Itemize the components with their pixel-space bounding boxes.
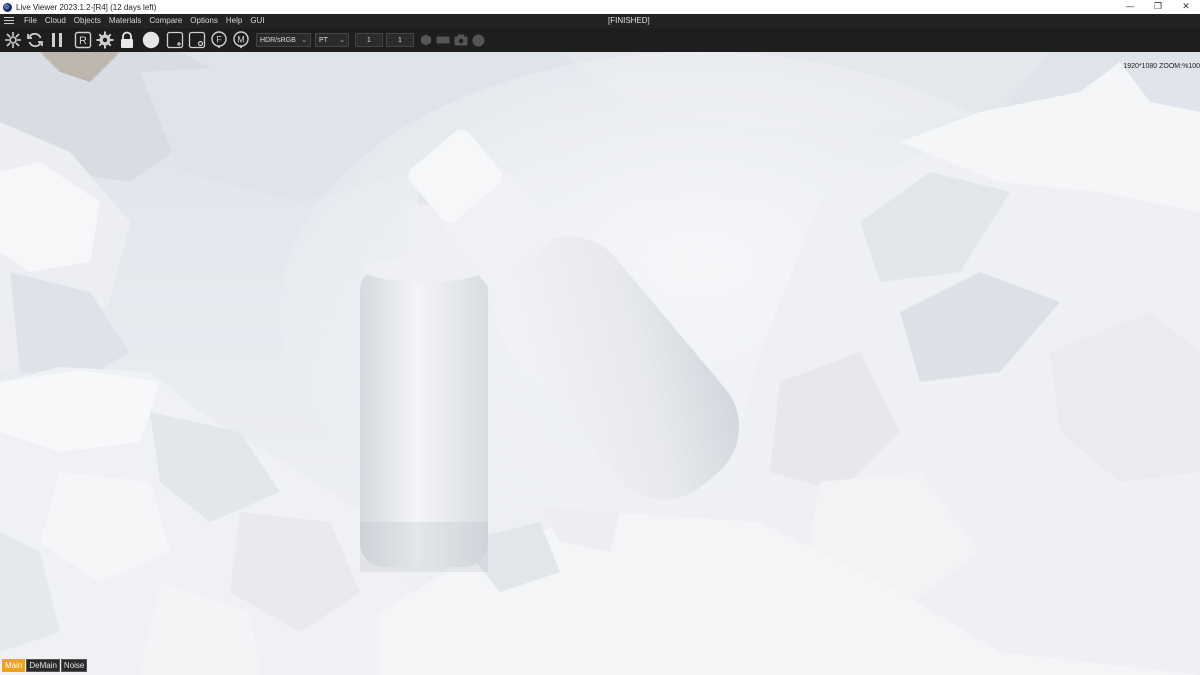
channel-tabs: Main DeMain Noise (2, 659, 88, 672)
resolution-zoom-info: 1920*1080 ZOOM:%100 (1123, 63, 1200, 70)
render-image (0, 52, 1200, 675)
rectangle-icon[interactable] (436, 34, 450, 46)
pause-icon[interactable] (48, 31, 66, 49)
kernel-select[interactable]: PT ⌄ (315, 33, 349, 47)
color-space-select[interactable]: HDR/sRGB ⌄ (256, 33, 311, 47)
tab-main[interactable]: Main (2, 659, 26, 672)
menu-materials[interactable]: Materials (105, 14, 145, 28)
menu-options[interactable]: Options (186, 14, 222, 28)
m-pick-icon[interactable]: M (232, 31, 250, 49)
menu-compare[interactable]: Compare (145, 14, 186, 28)
r-letter: R (79, 35, 87, 47)
menu-objects[interactable]: Objects (70, 14, 105, 28)
title-bar: Live Viewer 2023.1.2-[R4] (12 days left)… (0, 0, 1200, 14)
window-title: Live Viewer 2023.1.2-[R4] (12 days left) (16, 2, 157, 12)
menu-file[interactable]: File (20, 14, 41, 28)
window-controls: — ❐ ✕ (1116, 0, 1200, 14)
color-space-value: HDR/sRGB (260, 36, 296, 44)
gear-icon[interactable] (96, 31, 114, 49)
camera-icon[interactable] (454, 34, 468, 46)
menu-cloud[interactable]: Cloud (41, 14, 70, 28)
menu-help[interactable]: Help (222, 14, 246, 28)
focus-icon[interactable] (188, 31, 206, 49)
tab-demain[interactable]: DeMain (26, 659, 60, 672)
chevron-down-icon: ⌄ (301, 37, 307, 44)
record-icon[interactable] (472, 34, 485, 46)
tab-noise[interactable]: Noise (60, 659, 88, 672)
render-viewport[interactable]: 1920*1080 ZOOM:%100 Main DeMain Noise (0, 52, 1200, 675)
settings-wheel-icon[interactable] (4, 31, 22, 49)
maximize-button[interactable]: ❐ (1144, 0, 1172, 14)
add-layer-icon[interactable] (166, 31, 184, 49)
chevron-down-icon: ⌄ (339, 37, 345, 44)
f-letter: F (216, 35, 222, 45)
region-render-icon[interactable]: R (74, 31, 92, 49)
hamburger-menu-icon[interactable] (4, 17, 16, 25)
app-logo-icon (3, 2, 12, 12)
numeric-field-1[interactable]: 1 (355, 33, 383, 47)
kernel-value: PT (319, 36, 328, 44)
m-letter: M (237, 35, 245, 45)
sphere-icon[interactable] (142, 31, 160, 49)
close-button[interactable]: ✕ (1172, 0, 1200, 14)
minimize-button[interactable]: — (1116, 0, 1144, 14)
lock-icon[interactable] (118, 31, 136, 49)
menu-bar: File Cloud Objects Materials Compare Opt… (0, 14, 1200, 28)
render-status: [FINISHED] (608, 16, 650, 25)
refresh-icon[interactable] (26, 31, 44, 49)
numeric-field-2[interactable]: 1 (386, 33, 414, 47)
hexagon-icon[interactable] (420, 34, 432, 46)
menu-gui[interactable]: GUI (246, 14, 268, 28)
toolbar: R F M HDR/sRGB ⌄ PT ⌄ 1 1 (0, 28, 1200, 52)
f-pick-icon[interactable]: F (210, 31, 228, 49)
